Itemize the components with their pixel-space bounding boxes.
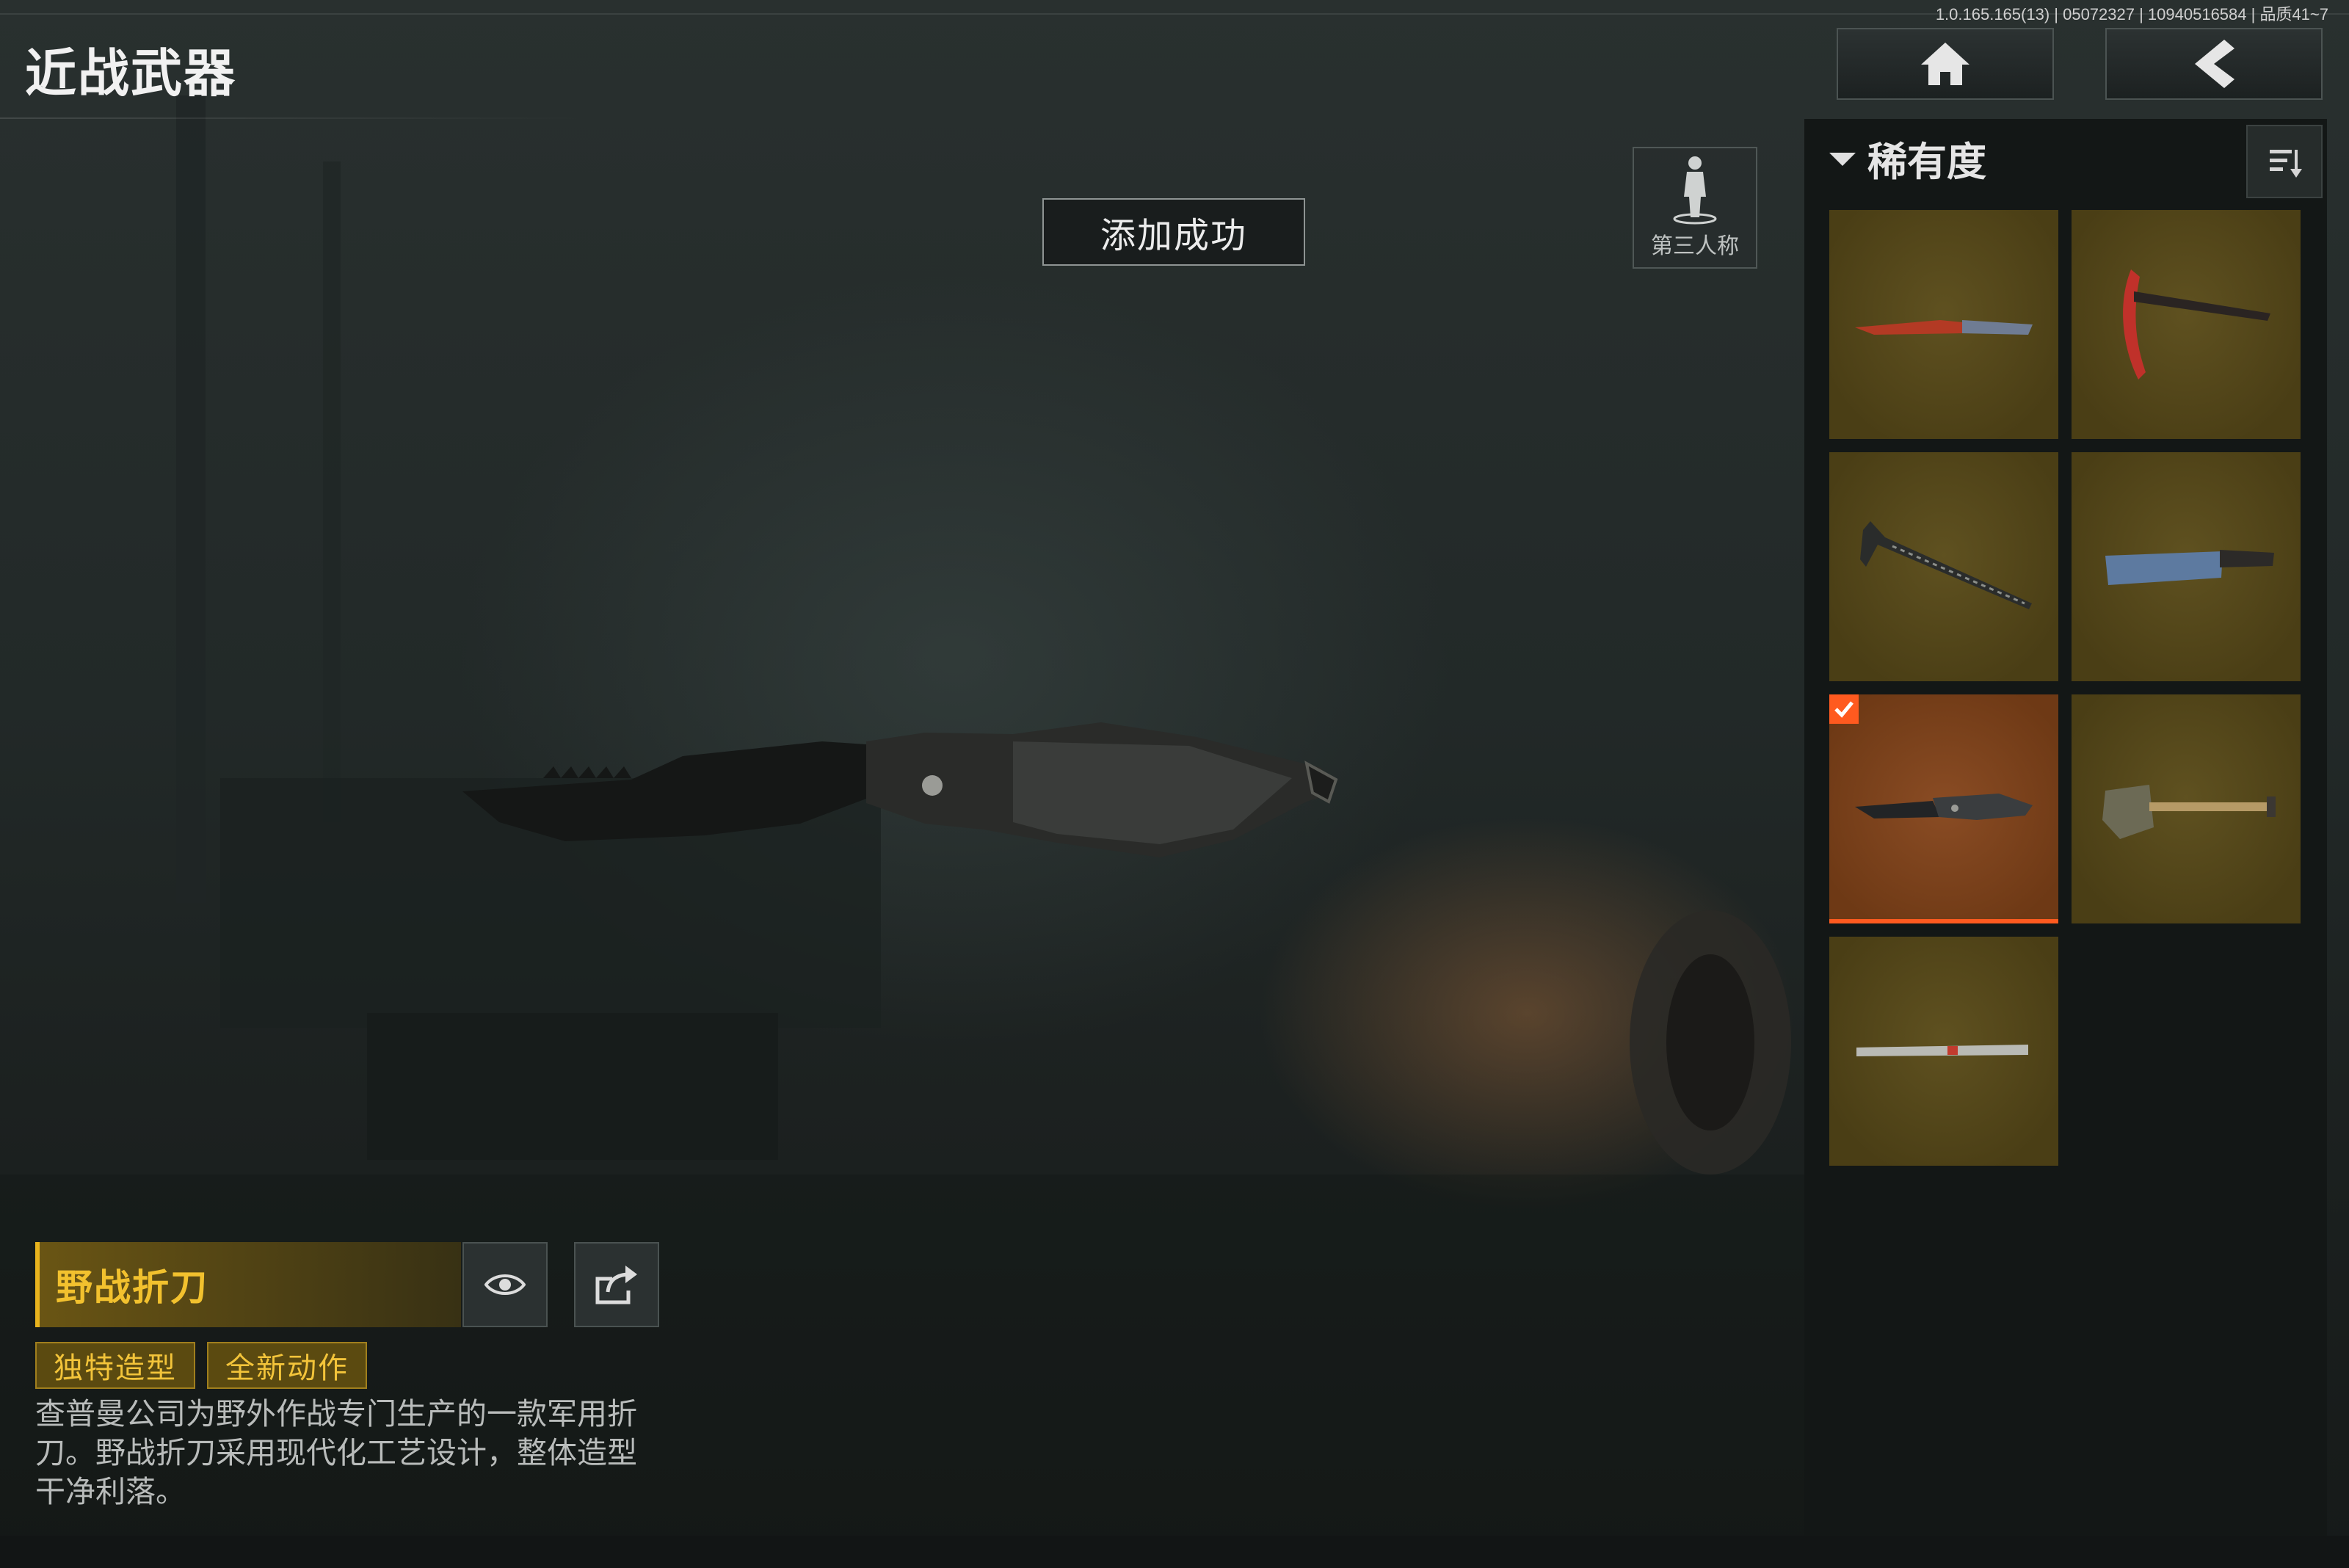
- red-blade-knife-icon: [1855, 320, 2033, 335]
- third-person-toggle[interactable]: 第三人称: [1633, 147, 1757, 269]
- view-mode-label: 第三人称: [1651, 233, 1739, 259]
- selected-check-icon: [1829, 694, 1859, 724]
- home-button[interactable]: [1837, 28, 2054, 100]
- chevron-left-icon: [2195, 40, 2234, 88]
- spear-icon: [1860, 521, 2032, 609]
- chevron-down-icon: [1829, 152, 1856, 166]
- preview-button[interactable]: [462, 1242, 548, 1327]
- eye-icon: [484, 1274, 526, 1295]
- tag-new-action: 全新动作: [207, 1342, 367, 1389]
- weapon-tile-serrated-spear[interactable]: [1829, 452, 2058, 681]
- machete-icon: [2105, 550, 2274, 585]
- share-button[interactable]: [574, 1242, 659, 1327]
- weapon-tile-shovel[interactable]: [2072, 694, 2301, 923]
- weapon-description: 查普曼公司为野外作战专门生产的一款军用折刀。野战折刀采用现代化工艺设计，整体造型…: [35, 1396, 637, 1509]
- rod-blade-icon: [1856, 1045, 2028, 1056]
- weapon-name: 野战折刀: [56, 1266, 208, 1309]
- title-underline: [0, 117, 587, 119]
- version-info: 1.0.165.165(13) | 05072327 | 10940516584…: [1935, 5, 2328, 23]
- toast-message: 添加成功: [1042, 198, 1305, 266]
- bottom-bar: [0, 1536, 2349, 1568]
- pickaxe-icon: [2123, 269, 2270, 380]
- weapon-tile-red-blade-knife[interactable]: [1829, 210, 2058, 439]
- weapon-tile-red-pickaxe[interactable]: [2072, 210, 2301, 439]
- sort-button[interactable]: [2246, 125, 2323, 198]
- folding-knife-model: [462, 722, 1338, 857]
- page-title: 近战武器: [25, 43, 236, 104]
- weapon-tile-red-rod-blade[interactable]: [1829, 937, 2058, 1166]
- rarity-filter-label: 稀有度: [1867, 139, 1986, 185]
- tag-unique-style: 独特造型: [35, 1342, 195, 1389]
- sort-icon: [2270, 150, 2302, 178]
- weapon-tile-blue-machete[interactable]: [2072, 452, 2301, 681]
- weapon-tile-field-folding-knife[interactable]: [1829, 694, 2058, 923]
- weapon-name-bar: 野战折刀: [35, 1242, 461, 1327]
- person-icon: [1673, 156, 1717, 225]
- folding-knife-icon: [1855, 794, 2033, 820]
- shovel-icon: [2102, 785, 2276, 839]
- share-icon: [595, 1266, 637, 1304]
- back-button[interactable]: [2105, 28, 2323, 100]
- rarity-filter[interactable]: 稀有度: [1828, 129, 1986, 187]
- home-icon: [1921, 43, 1969, 85]
